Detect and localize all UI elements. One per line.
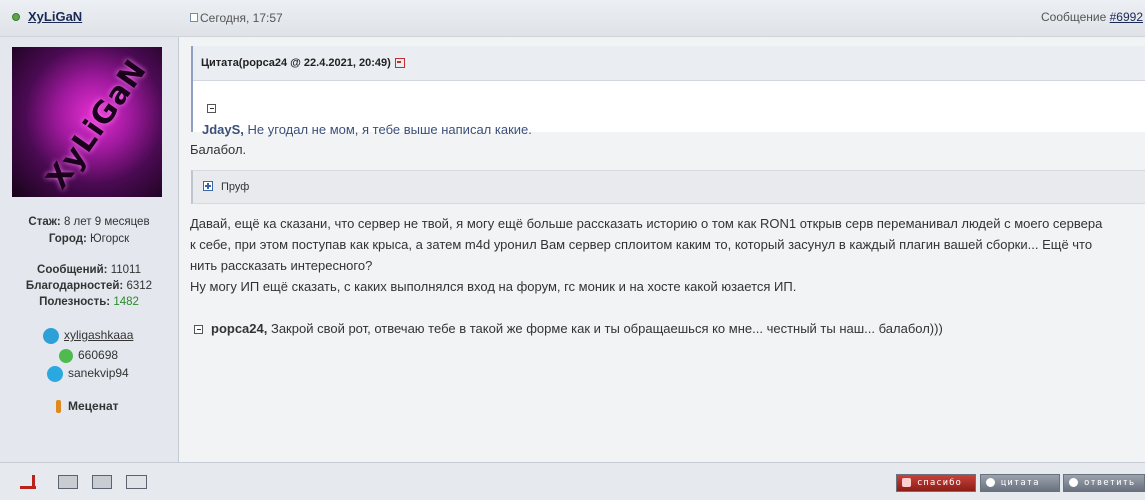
quote-header: Цитата(popca24 @ 22.4.2021, 20:49)	[193, 46, 1145, 81]
username-link[interactable]: XyLiGaN	[28, 9, 82, 24]
quote-body: Не угодал не мом, я тебе выше написал ка…	[243, 122, 532, 137]
post-paragraph-2: к себе, при этом поступав как крыса, а з…	[190, 237, 1093, 252]
quote-author[interactable]: JdayS,	[202, 122, 244, 137]
stat-posts: Сообщений: 11011	[0, 264, 178, 276]
stat-usefulness: Полезность: 1482	[0, 296, 178, 308]
message-label: Сообщение #6992	[1041, 10, 1143, 24]
telegram-icon	[43, 328, 59, 344]
stazh-value: 8 лет 9 месяцев	[63, 216, 150, 228]
post-content: Цитата(popca24 @ 22.4.2021, 20:49) JdayS…	[179, 37, 1145, 462]
message-number-link[interactable]: #6992	[1110, 10, 1143, 24]
skype-icon	[47, 366, 63, 382]
icq-number: 660698	[78, 348, 119, 362]
heart-icon	[902, 478, 911, 487]
online-status-icon	[12, 13, 20, 21]
avatar-text: XyLiGaN	[39, 53, 155, 196]
spoiler-label[interactable]: Пруф	[221, 181, 249, 193]
back-icon[interactable]	[394, 58, 405, 69]
reply-button[interactable]: ответить	[1063, 474, 1145, 492]
reply-author[interactable]: popca24,	[211, 321, 267, 336]
contact-icq: 660698	[59, 348, 118, 363]
rank-label: Меценат	[68, 399, 119, 413]
jump-icon[interactable]	[207, 104, 216, 113]
thanks-value: 6312	[126, 280, 153, 292]
post-line-1: Балабол.	[190, 142, 247, 157]
message-label-text: Сообщение	[1040, 10, 1110, 24]
city-value: Югорск	[90, 233, 130, 245]
skype-handle: sanekvip94	[68, 366, 129, 381]
reply-line: popca24, Закрой свой рот, отвечаю тебе в…	[194, 321, 943, 336]
telegram-handle[interactable]: xyligashkaaa	[64, 328, 133, 342]
post-paragraph-1: Давай, ещё ка сказани, что сервер не тво…	[190, 216, 1103, 231]
spoiler[interactable]: Пруф	[191, 170, 1145, 204]
reply-icon	[1069, 478, 1078, 487]
thanks-label: Благодарностей:	[25, 280, 124, 292]
reply-jump-icon[interactable]	[194, 325, 203, 335]
post-paragraph-3: нить рассказать интересного?	[190, 258, 373, 273]
reply-text: Закрой свой рот, отвечаю тебе в такой же…	[267, 321, 943, 336]
posts-label: Сообщений:	[37, 264, 108, 276]
user-sidebar: XyLiGaN Стаж: 8 лет 9 месяцев Город: Юго…	[0, 37, 179, 462]
quote-button-label: цитата	[1001, 478, 1040, 488]
mail-icon[interactable]	[126, 475, 147, 489]
thanks-button[interactable]: спасибо	[896, 474, 976, 492]
city-label: Город:	[48, 233, 87, 245]
stazh-label: Стаж:	[28, 216, 61, 228]
print-icon[interactable]	[92, 475, 112, 489]
post-footer: спасибо цитата ответить	[0, 462, 1145, 500]
usefulness-label: Полезность:	[39, 296, 111, 308]
usefulness-value: 1482	[113, 296, 139, 308]
medal-icon	[56, 400, 61, 414]
post-paragraph-4: Ну могу ИП ещё сказать, с каких выполнял…	[190, 279, 797, 294]
plus-icon[interactable]	[203, 181, 213, 191]
stat-city: Город: Югорск	[0, 233, 178, 245]
post-date: Сегодня, 17:57	[200, 11, 283, 25]
quote-header-text: Цитата(popca24 @ 22.4.2021, 20:49)	[201, 57, 391, 69]
top-icon[interactable]	[20, 475, 40, 489]
contact-telegram[interactable]: xyligashkaaa	[43, 328, 133, 344]
quote-icon	[986, 478, 995, 487]
icq-icon	[59, 348, 73, 363]
post-header: XyLiGaN Сегодня, 17:57 Сообщение #6992	[0, 0, 1145, 37]
stat-thanks: Благодарностей: 6312	[0, 280, 178, 292]
post-icon	[190, 13, 198, 22]
quote-button[interactable]: цитата	[980, 474, 1060, 492]
reply-button-label: ответить	[1084, 478, 1136, 488]
stat-stazh: Стаж: 8 лет 9 месяцев	[0, 216, 178, 228]
report-icon[interactable]	[58, 475, 78, 489]
contact-skype: sanekvip94	[47, 366, 129, 382]
quote-text: JdayS, Не угодал не мом, я тебе выше нап…	[202, 122, 532, 137]
quote-block: Цитата(popca24 @ 22.4.2021, 20:49) JdayS…	[191, 46, 1145, 137]
user-rank: Меценат	[56, 399, 119, 414]
posts-value: 11011	[110, 264, 141, 276]
avatar: XyLiGaN	[12, 47, 162, 197]
thanks-button-label: спасибо	[917, 478, 962, 488]
